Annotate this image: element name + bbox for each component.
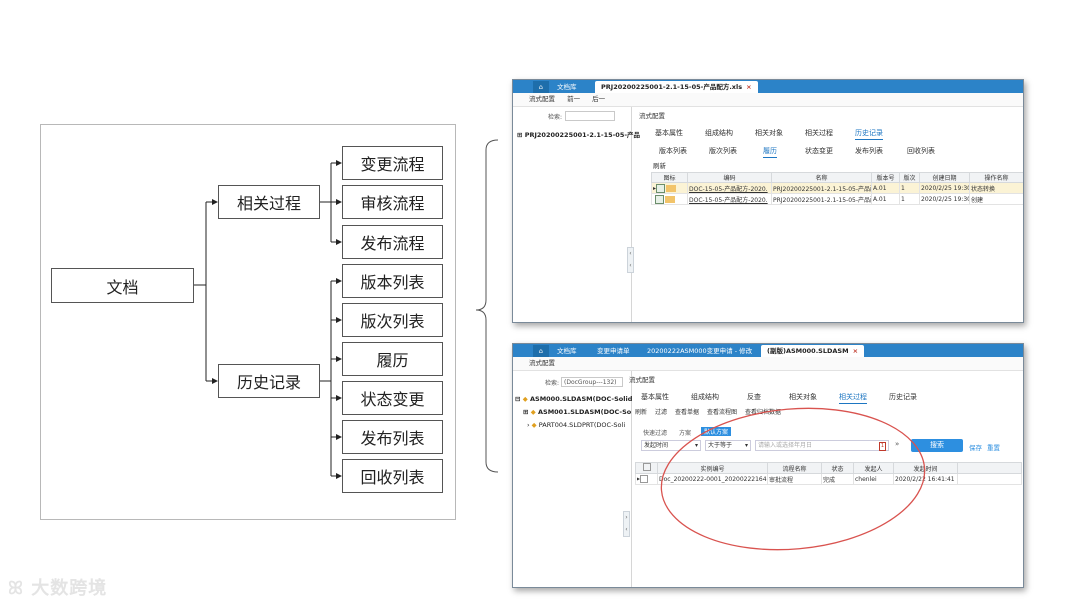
code-link[interactable]: DOC-15-05-产品配方-2020. [687, 182, 772, 194]
col-name[interactable]: 名称 [771, 172, 872, 183]
tab-document-label: PRJ20200225001-2.1-15-05-产品配方.xls [601, 83, 743, 91]
leaf-node-release-list: 发布列表 [342, 420, 443, 454]
leaf-node-version-list: 版本列表 [342, 264, 443, 298]
folder-icon [664, 195, 675, 203]
leaf-node-status-change: 状态变更 [342, 381, 443, 415]
row-icon-cell: ▸ [651, 182, 688, 194]
prev-button[interactable]: 前一 [567, 95, 580, 103]
toolbar: 流式配置 前一 后一 [513, 93, 1023, 107]
col-code[interactable]: 编码 [687, 172, 772, 183]
main-tabs: 基本属性 组成结构 相关对象 相关过程 历史记录 [655, 128, 1015, 140]
leaf-node-recycle-list: 回收列表 [342, 459, 443, 493]
leaf-node-resume: 履历 [342, 342, 443, 376]
cell-name: PRJ20200225001-2.1-15-05-产品配 [771, 193, 872, 205]
search-input[interactable] [565, 111, 615, 121]
flow-config-button[interactable]: 流式配置 [529, 95, 555, 103]
col-version[interactable]: 版本号 [871, 172, 900, 183]
tab-related-objects[interactable]: 相关对象 [755, 128, 783, 138]
tab-related-process[interactable]: 相关过程 [805, 128, 833, 138]
leaf-node-revision-list: 版次列表 [342, 303, 443, 337]
col-operation[interactable]: 操作名称 [969, 172, 1023, 183]
tab-history[interactable]: 历史记录 [855, 128, 883, 140]
tab-structure[interactable]: 组成结构 [705, 128, 733, 138]
cell-revision: 1 [899, 182, 920, 194]
cell-name: PRJ20200225001-2.1-15-05-产品配 [771, 182, 872, 194]
tab-revision-list[interactable]: 版次列表 [709, 146, 737, 156]
tree-item-label: PRJ20200225001-2.1-15-05-产品 [524, 131, 641, 139]
tab-release-list[interactable]: 发布列表 [855, 146, 883, 156]
left-pane: 检索: ⊞ PRJ20200225001-2.1-15-05-产品 ‹ ‹ [513, 107, 640, 322]
code-link[interactable]: DOC-15-05-产品配方-2020. [687, 193, 772, 205]
tree-item-root[interactable]: ⊞ PRJ20200225001-2.1-15-05-产品 [517, 129, 640, 139]
leaf-node-review-flow: 审核流程 [342, 185, 443, 219]
leaf-node-change-flow: 变更流程 [342, 146, 443, 180]
section-label: 流式配置 [639, 112, 665, 120]
col-revision[interactable]: 版次 [899, 172, 920, 183]
next-button[interactable]: 后一 [592, 95, 605, 103]
col-icon[interactable]: 图标 [651, 172, 688, 183]
screenshot-window-process: ⌂ 文档库 变更申请单 20200222ASM000变更申请 - 修改 (副版)… [512, 343, 1024, 588]
branch-node-history: 历史记录 [218, 364, 320, 398]
folder-icon [666, 184, 677, 192]
branch-node-related-process: 相关过程 [218, 185, 320, 219]
resume-table: 图标 编码 名称 版本号 版次 创建日期 操作名称 ▸ DOC-15-05-产品… [651, 172, 1023, 205]
collapse-handle[interactable]: ‹ ‹ [627, 247, 634, 273]
document-icon [654, 194, 664, 204]
watermark-text: 大数跨境 [31, 578, 108, 599]
document-icon [656, 183, 666, 193]
home-icon[interactable]: ⌂ [533, 81, 549, 93]
tab-basic-props[interactable]: 基本属性 [655, 128, 683, 138]
table-row[interactable]: ▸ DOC-15-05-产品配方-2020. PRJ20200225001-2.… [651, 182, 1023, 194]
search-label: 检索: [548, 114, 563, 121]
table-header: 图标 编码 名称 版本号 版次 创建日期 操作名称 [651, 172, 1023, 183]
tab-document[interactable]: PRJ20200225001-2.1-15-05-产品配方.xls × [595, 81, 758, 93]
sub-tabs: 版本列表 版次列表 履历 状态变更 发布列表 回收列表 [659, 146, 1019, 158]
watermark-logo: ꕤ 大数跨境 [8, 578, 108, 599]
tab-status-change[interactable]: 状态变更 [805, 146, 833, 156]
tab-bar: ⌂ 文档库 PRJ20200225001-2.1-15-05-产品配方.xls × [513, 80, 1023, 93]
tab-recycle-list[interactable]: 回收列表 [907, 146, 935, 156]
highlight-ellipse [660, 407, 926, 551]
screenshot-window-history: ⌂ 文档库 PRJ20200225001-2.1-15-05-产品配方.xls ×… [512, 79, 1024, 323]
col-created[interactable]: 创建日期 [919, 172, 970, 183]
root-node-document: 文档 [51, 268, 194, 303]
cell-version: A.01 [871, 193, 900, 205]
cell-created: 2020/2/25 19:30 [919, 193, 970, 205]
cell-revision: 1 [899, 193, 920, 205]
refresh-button[interactable]: 刷新 [653, 160, 666, 170]
cell-created: 2020/2/25 19:30 [919, 182, 970, 194]
close-icon[interactable]: × [746, 83, 751, 91]
cell-operation: 创建 [969, 193, 1023, 205]
cell-version: A.01 [871, 182, 900, 194]
tab-version-list[interactable]: 版本列表 [659, 146, 687, 156]
tab-resume[interactable]: 履历 [763, 146, 777, 158]
cell-operation: 状态转换 [969, 182, 1023, 194]
leaf-node-release-flow: 发布流程 [342, 225, 443, 259]
tab-doc-library[interactable]: 文档库 [551, 81, 583, 93]
row-icon-cell [651, 193, 688, 205]
table-row[interactable]: DOC-15-05-产品配方-2020. PRJ20200225001-2.1-… [651, 193, 1023, 205]
